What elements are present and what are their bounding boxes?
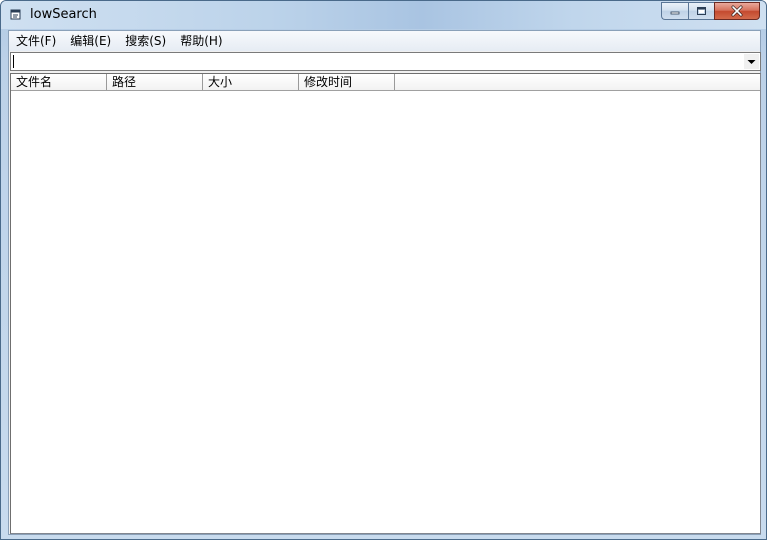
maximize-icon bbox=[697, 7, 706, 15]
minimize-button[interactable] bbox=[661, 2, 688, 20]
close-icon bbox=[731, 5, 743, 17]
column-header-path[interactable]: 路径 bbox=[107, 74, 203, 90]
window-title: lowSearch bbox=[30, 7, 97, 22]
menu-search[interactable]: 搜索(S) bbox=[118, 31, 173, 51]
main-window: lowSearch 文件(F) 编辑(E) 搜索(S) 帮助(H) 文件名 路径… bbox=[0, 0, 767, 540]
title-bar[interactable]: lowSearch bbox=[1, 1, 766, 29]
results-list[interactable]: 文件名 路径 大小 修改时间 bbox=[10, 73, 761, 534]
menu-file[interactable]: 文件(F) bbox=[9, 31, 63, 51]
close-button[interactable] bbox=[714, 2, 760, 20]
minimize-icon bbox=[670, 11, 679, 15]
search-input[interactable] bbox=[13, 54, 733, 69]
list-header: 文件名 路径 大小 修改时间 bbox=[11, 74, 760, 91]
menu-bar: 文件(F) 编辑(E) 搜索(S) 帮助(H) bbox=[9, 31, 760, 51]
chevron-down-icon bbox=[747, 59, 756, 64]
client-area: 文件(F) 编辑(E) 搜索(S) 帮助(H) 文件名 路径 大小 修改时间 bbox=[8, 30, 761, 535]
text-caret bbox=[13, 55, 14, 68]
column-header-size[interactable]: 大小 bbox=[203, 74, 299, 90]
menu-help[interactable]: 帮助(H) bbox=[173, 31, 229, 51]
column-header-modified-time[interactable]: 修改时间 bbox=[299, 74, 395, 90]
app-window-icon bbox=[10, 9, 21, 20]
search-dropdown-button[interactable] bbox=[744, 54, 759, 69]
column-header-filler bbox=[395, 74, 760, 90]
caption-buttons bbox=[661, 2, 760, 20]
search-combobox[interactable] bbox=[10, 52, 761, 71]
column-header-filename[interactable]: 文件名 bbox=[11, 74, 107, 90]
maximize-button[interactable] bbox=[688, 2, 714, 20]
menu-edit[interactable]: 编辑(E) bbox=[63, 31, 118, 51]
